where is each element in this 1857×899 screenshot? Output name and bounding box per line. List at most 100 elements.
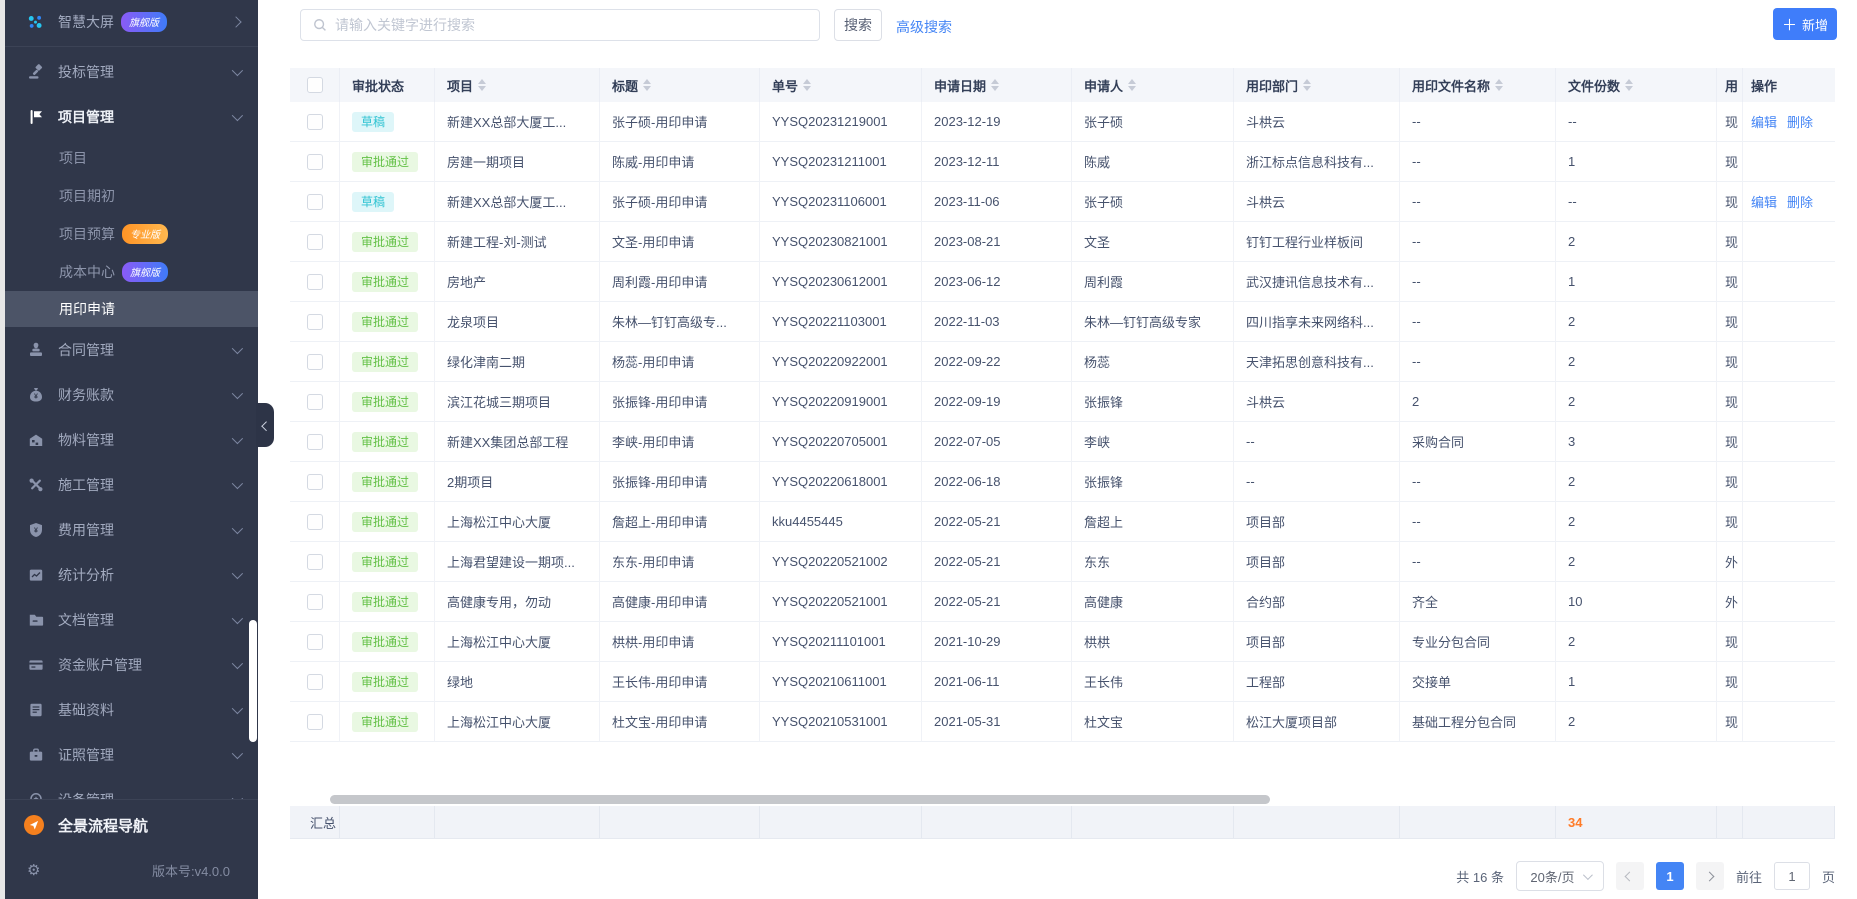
- shield-icon: ¥: [27, 521, 44, 538]
- sort-icon[interactable]: [1625, 79, 1633, 91]
- row-checkbox[interactable]: [307, 634, 323, 650]
- version-row: ⚙ 版本号:v4.0.0: [0, 850, 258, 890]
- advanced-search-link[interactable]: 高级搜索: [896, 17, 952, 37]
- sort-icon[interactable]: [1128, 79, 1136, 91]
- sidebar-item-5[interactable]: 物料管理: [0, 417, 258, 462]
- search-button[interactable]: 搜索: [834, 9, 882, 41]
- sidebar-subitem-项目管理-1[interactable]: 项目期初: [0, 177, 258, 215]
- chevron-down-icon: [232, 567, 243, 578]
- sidebar-item-11[interactable]: 基础资料: [0, 687, 258, 732]
- sidebar-subitem-项目管理-0[interactable]: 项目: [0, 139, 258, 177]
- sidebar-item-13[interactable]: 设备管理: [0, 777, 258, 800]
- sidebar-subitem-项目管理-3[interactable]: 成本中心旗舰版: [0, 253, 258, 291]
- sort-icon[interactable]: [991, 79, 999, 91]
- row-checkbox[interactable]: [307, 194, 323, 210]
- select-all-checkbox[interactable]: [307, 77, 323, 93]
- panorama-nav-item[interactable]: 全景流程导航: [0, 800, 258, 850]
- goto-label: 前往: [1736, 867, 1762, 886]
- table-row: 审批通过上海松江中心大厦詹超上-用印申请kku44554452022-05-21…: [290, 502, 1835, 542]
- row-checkbox[interactable]: [307, 274, 323, 290]
- sort-icon[interactable]: [478, 79, 486, 91]
- sidebar-item-4[interactable]: ¥财务账款: [0, 372, 258, 417]
- edit-link[interactable]: 编辑: [1751, 192, 1777, 211]
- order-no-cell: YYSQ20210531001: [760, 702, 922, 742]
- actions-cell: [1743, 342, 1835, 382]
- sidebar-item-12[interactable]: 证照管理: [0, 732, 258, 777]
- row-checkbox[interactable]: [307, 394, 323, 410]
- apply-date-cell: 2022-11-03: [922, 302, 1072, 342]
- sidebar-scrollbar-thumb[interactable]: [249, 620, 257, 742]
- order-no-cell: kku4455445: [760, 502, 922, 542]
- sidebar-item-3[interactable]: 合同管理: [0, 327, 258, 372]
- row-checkbox[interactable]: [307, 514, 323, 530]
- sidebar-item-0[interactable]: 智慧大屏旗舰版: [0, 0, 258, 44]
- copies-cell: 1: [1556, 262, 1717, 302]
- row-checkbox[interactable]: [307, 594, 323, 610]
- sidebar-item-8[interactable]: 统计分析: [0, 552, 258, 597]
- column-header-项目[interactable]: 项目: [435, 68, 600, 102]
- sidebar-item-6[interactable]: 施工管理: [0, 462, 258, 507]
- sidebar-subitem-项目管理-4[interactable]: 用印申请: [0, 291, 258, 327]
- department-cell: 浙江标点信息科技有...: [1234, 142, 1400, 182]
- row-checkbox[interactable]: [307, 114, 323, 130]
- delete-link[interactable]: 删除: [1787, 112, 1813, 131]
- sidebar-item-2[interactable]: 项目管理: [0, 94, 258, 139]
- row-checkbox[interactable]: [307, 714, 323, 730]
- summary-cell: [435, 806, 600, 838]
- row-select-cell: [290, 542, 340, 582]
- title-cell: 周利霞-用印申请: [600, 262, 760, 302]
- doc-name-cell: --: [1400, 102, 1556, 142]
- row-select-cell: [290, 142, 340, 182]
- sort-icon[interactable]: [643, 79, 651, 91]
- row-select-cell: [290, 422, 340, 462]
- sidebar-item-10[interactable]: 资金账户管理: [0, 642, 258, 687]
- row-checkbox[interactable]: [307, 474, 323, 490]
- prev-page-button[interactable]: [1616, 862, 1644, 890]
- gear-icon[interactable]: ⚙: [27, 863, 40, 878]
- row-checkbox[interactable]: [307, 354, 323, 370]
- column-header-申请日期[interactable]: 申请日期: [922, 68, 1072, 102]
- tools-icon: [27, 476, 44, 493]
- sidebar-item-9[interactable]: 文档管理: [0, 597, 258, 642]
- row-checkbox[interactable]: [307, 554, 323, 570]
- goto-page-input[interactable]: 1: [1774, 862, 1810, 890]
- sort-icon[interactable]: [1495, 79, 1503, 91]
- row-checkbox[interactable]: [307, 434, 323, 450]
- page-size-select[interactable]: 20条/页: [1516, 861, 1604, 891]
- status-badge: 审批通过: [352, 272, 418, 292]
- column-header-用印部门[interactable]: 用印部门: [1234, 68, 1400, 102]
- edit-link[interactable]: 编辑: [1751, 112, 1777, 131]
- sidebar-subitem-项目管理-2[interactable]: 项目预算专业版: [0, 215, 258, 253]
- status-badge: 草稿: [352, 192, 394, 212]
- row-checkbox[interactable]: [307, 234, 323, 250]
- row-checkbox[interactable]: [307, 154, 323, 170]
- column-header-申请人[interactable]: 申请人: [1072, 68, 1234, 102]
- column-header-用印文件名称[interactable]: 用印文件名称: [1400, 68, 1556, 102]
- sidebar-item-7[interactable]: ¥费用管理: [0, 507, 258, 552]
- applicant-cell: 张振锋: [1072, 382, 1234, 422]
- row-select-cell: [290, 582, 340, 622]
- sort-icon[interactable]: [1303, 79, 1311, 91]
- row-checkbox[interactable]: [307, 314, 323, 330]
- order-no-cell: YYSQ20231219001: [760, 102, 922, 142]
- delete-link[interactable]: 删除: [1787, 192, 1813, 211]
- chevron-left-icon: [261, 421, 271, 431]
- add-button[interactable]: ＋ 新增: [1773, 8, 1837, 40]
- column-header-文件份数[interactable]: 文件份数: [1556, 68, 1717, 102]
- order-no-cell: YYSQ20231211001: [760, 142, 922, 182]
- sidebar-collapse-handle[interactable]: [256, 403, 274, 447]
- sidebar-item-1[interactable]: 投标管理: [0, 49, 258, 94]
- title-cell: 文圣-用印申请: [600, 222, 760, 262]
- page-size-value: 20条/页: [1530, 867, 1574, 886]
- sort-icon[interactable]: [803, 79, 811, 91]
- column-header-label: 操作: [1751, 76, 1777, 95]
- page-scrollbar-track[interactable]: [0, 0, 5, 899]
- row-checkbox[interactable]: [307, 674, 323, 690]
- search-input[interactable]: 请输入关键字进行搜索: [300, 9, 820, 41]
- apply-date-cell: 2023-12-19: [922, 102, 1072, 142]
- column-header-标题[interactable]: 标题: [600, 68, 760, 102]
- column-header-单号[interactable]: 单号: [760, 68, 922, 102]
- horizontal-scrollbar-thumb[interactable]: [330, 795, 1270, 804]
- next-page-button[interactable]: [1696, 862, 1724, 890]
- current-page-button[interactable]: 1: [1656, 862, 1684, 890]
